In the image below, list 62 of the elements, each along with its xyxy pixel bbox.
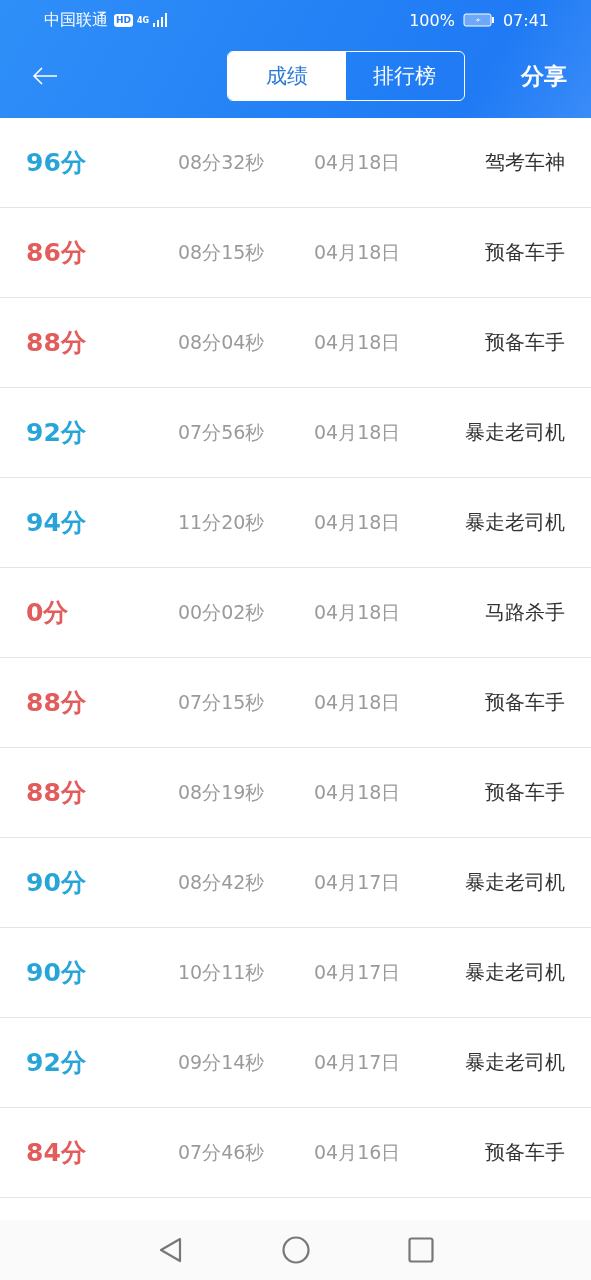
duration: 07分56秒 (178, 419, 266, 445)
date: 04月18日 (314, 329, 402, 355)
score: 92分 (26, 1047, 87, 1079)
duration: 11分20秒 (178, 509, 266, 535)
rank-title: 马路杀手 (485, 599, 565, 626)
score: 84分 (26, 1137, 87, 1169)
score: 96分 (26, 147, 87, 179)
duration: 08分04秒 (178, 329, 266, 355)
date: 04月18日 (314, 509, 402, 535)
home-icon[interactable] (281, 1236, 310, 1264)
duration: 08分32秒 (178, 149, 266, 175)
rank-title: 预备车手 (485, 239, 565, 266)
score: 88分 (26, 687, 87, 719)
clock: 07:41 (502, 10, 549, 30)
date: 04月18日 (314, 599, 402, 625)
signal-icon (153, 13, 170, 27)
date: 04月18日 (314, 149, 402, 175)
score: 88分 (26, 327, 87, 359)
battery-percent: 100% (409, 10, 455, 30)
battery-icon (462, 13, 495, 27)
rank-title: 预备车手 (485, 689, 565, 716)
duration: 09分14秒 (178, 1049, 266, 1075)
score: 90分 (26, 957, 87, 989)
date: 04月17日 (314, 869, 402, 895)
duration: 07分15秒 (178, 689, 266, 715)
carrier-name: 中国联通 (44, 9, 108, 31)
score: 94分 (26, 507, 87, 539)
tab[interactable]: 排行榜 (345, 52, 464, 100)
score: 92分 (26, 417, 87, 449)
rank-title: 暴走老司机 (465, 509, 565, 536)
date: 04月18日 (314, 239, 402, 265)
score: 90分 (26, 867, 87, 899)
duration: 08分42秒 (178, 869, 266, 895)
score: 86分 (26, 237, 87, 269)
network-type: 4G (137, 15, 150, 25)
duration: 10分11秒 (178, 959, 266, 985)
back-arrow-icon[interactable] (32, 67, 58, 85)
rank-title: 暴走老司机 (465, 869, 565, 896)
rank-title: 预备车手 (485, 1139, 565, 1166)
share-button[interactable]: 分享 (521, 60, 567, 92)
date: 04月17日 (314, 1049, 402, 1075)
score: 88分 (26, 777, 87, 809)
duration: 00分02秒 (178, 599, 266, 625)
date: 04月16日 (314, 1139, 402, 1165)
hd-badge: HD (114, 13, 133, 27)
date: 04月17日 (314, 959, 402, 985)
rank-title: 驾考车神 (485, 149, 565, 176)
date: 04月18日 (314, 689, 402, 715)
duration: 08分15秒 (178, 239, 266, 265)
rank-title: 暴走老司机 (465, 1049, 565, 1076)
rank-title: 暴走老司机 (465, 959, 565, 986)
recents-icon[interactable] (407, 1237, 434, 1263)
score: 0分 (26, 597, 70, 629)
rank-title: 预备车手 (485, 779, 565, 806)
date: 04月18日 (314, 419, 402, 445)
back-icon[interactable] (157, 1236, 184, 1264)
duration: 07分46秒 (178, 1139, 266, 1165)
date: 04月18日 (314, 779, 402, 805)
rank-title: 暴走老司机 (465, 419, 565, 446)
duration: 08分19秒 (178, 779, 266, 805)
tab[interactable]: 成绩 (227, 52, 346, 100)
rank-title: 预备车手 (485, 329, 565, 356)
